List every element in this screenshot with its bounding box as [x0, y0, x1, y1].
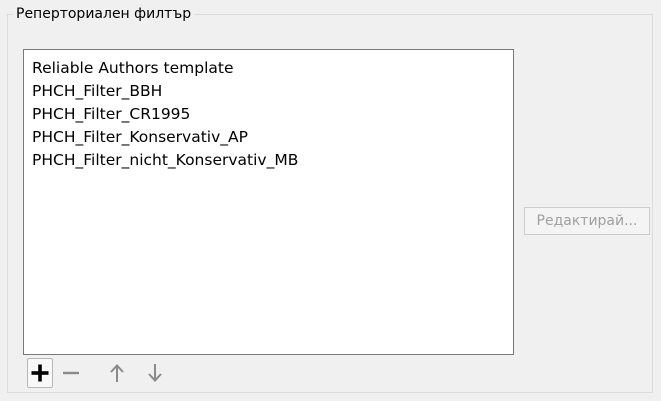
- plus-icon: [31, 364, 49, 382]
- minus-icon: [63, 371, 79, 375]
- remove-button[interactable]: [58, 358, 84, 388]
- move-up-button[interactable]: [104, 358, 130, 388]
- edit-button[interactable]: Редактирай...: [524, 207, 650, 235]
- arrow-down-icon: [148, 364, 162, 382]
- filter-list[interactable]: Reliable Authors template PHCH_Filter_BB…: [23, 49, 514, 355]
- groupbox-title: Реперториален филтър: [13, 6, 195, 22]
- list-item[interactable]: Reliable Authors template: [32, 58, 234, 78]
- list-item[interactable]: PHCH_Filter_nicht_Konservativ_MB: [32, 150, 298, 170]
- list-item[interactable]: PHCH_Filter_Konservativ_AP: [32, 127, 248, 147]
- list-item[interactable]: PHCH_Filter_CR1995: [32, 104, 190, 124]
- move-down-button[interactable]: [142, 358, 168, 388]
- list-item[interactable]: PHCH_Filter_BBH: [32, 81, 162, 101]
- add-button[interactable]: [27, 358, 53, 388]
- arrow-up-icon: [110, 364, 124, 382]
